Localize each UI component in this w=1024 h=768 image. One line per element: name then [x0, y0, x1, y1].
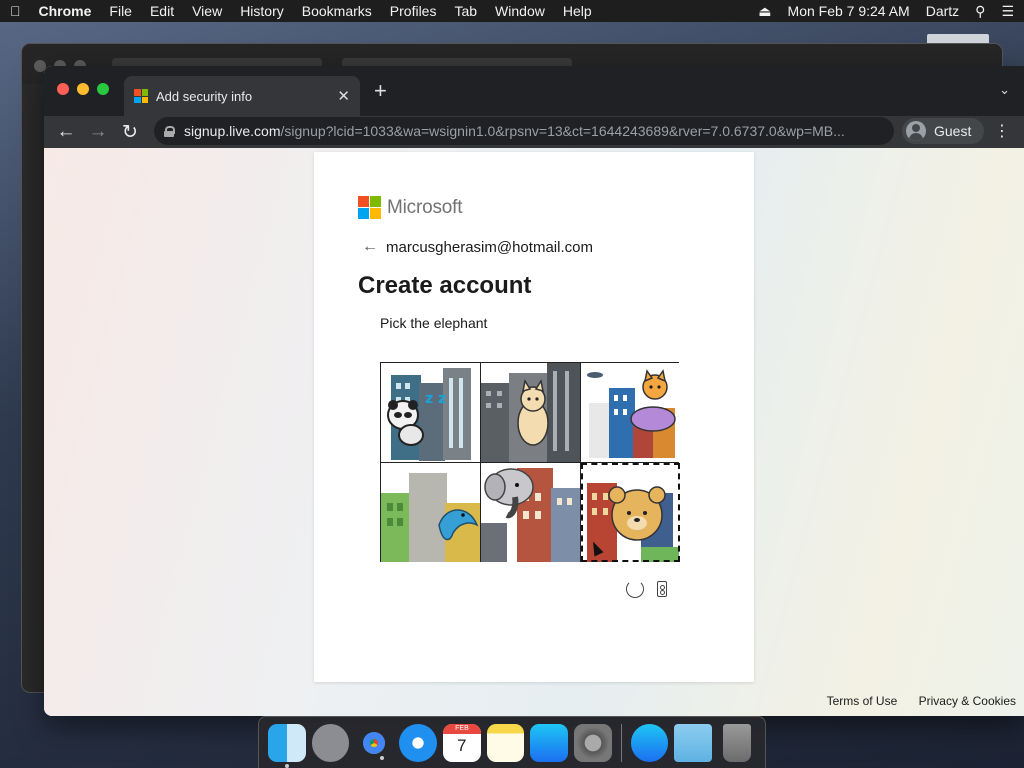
challenge-prompt: Pick the elephant: [380, 315, 488, 331]
dock: FEB 7: [258, 716, 766, 768]
svg-text:z z: z z: [425, 391, 446, 407]
captcha-tile-dolphin[interactable]: [381, 463, 480, 562]
menu-user[interactable]: Dartz: [926, 3, 959, 19]
captcha-tile-elephant[interactable]: [481, 463, 580, 562]
microsoft-logo-icon: [358, 196, 381, 219]
menu-bar:  Chrome File Edit View History Bookmark…: [0, 0, 1024, 22]
menu-app-name[interactable]: Chrome: [39, 3, 92, 19]
audio-challenge-icon[interactable]: [657, 581, 667, 597]
menu-help[interactable]: Help: [563, 3, 592, 19]
reload-button[interactable]: ↻: [114, 121, 146, 144]
microsoft-logo: Microsoft: [358, 196, 462, 219]
new-tab-button[interactable]: +: [374, 78, 387, 104]
microsoft-favicon-icon: [134, 89, 148, 103]
menu-view[interactable]: View: [192, 3, 222, 19]
back-button[interactable]: ←: [50, 121, 82, 143]
tab-close-icon[interactable]: ✕: [337, 87, 350, 105]
profile-button[interactable]: Guest: [902, 118, 984, 144]
calendar-icon[interactable]: FEB 7: [442, 723, 481, 762]
menu-file[interactable]: File: [109, 3, 132, 19]
page-title: Create account: [358, 272, 532, 299]
control-center-icon[interactable]: ☰: [1001, 3, 1014, 20]
dolphin-tile-image: [381, 473, 480, 562]
signup-card: Microsoft ← marcusgherasim@hotmail.com C…: [314, 152, 754, 682]
app-store-downloads-icon[interactable]: [630, 723, 669, 762]
notes-icon[interactable]: [486, 723, 525, 762]
downloads-folder-icon[interactable]: [674, 723, 713, 762]
minimize-window-button[interactable]: [77, 83, 89, 95]
menu-bookmarks[interactable]: Bookmarks: [302, 3, 372, 19]
apple-icon[interactable]: : [10, 3, 21, 19]
eject-icon[interactable]: ⏏: [758, 3, 771, 20]
back-arrow-icon[interactable]: ←: [362, 238, 378, 256]
menu-window[interactable]: Window: [495, 3, 545, 19]
safari-icon[interactable]: [399, 723, 437, 762]
privacy-cookies-link[interactable]: Privacy & Cookies: [919, 694, 1016, 708]
system-preferences-icon[interactable]: [574, 723, 612, 762]
url-path: /signup?lcid=1033&wa=wsignin1.0&rpsnv=13…: [280, 123, 845, 139]
page-footer: Terms of Use Privacy & Cookies: [809, 694, 1016, 708]
new-challenge-icon[interactable]: [626, 580, 644, 598]
lock-icon[interactable]: [164, 125, 175, 137]
page-viewport: Microsoft ← marcusgherasim@hotmail.com C…: [44, 148, 1024, 716]
forward-button[interactable]: →: [82, 121, 114, 143]
terms-of-use-link[interactable]: Terms of Use: [827, 694, 898, 708]
menu-history[interactable]: History: [240, 3, 284, 19]
profile-label: Guest: [934, 123, 972, 139]
browser-window: Add security info ✕ + ⌄ ← → ↻ signup.liv…: [44, 66, 1024, 716]
tab-add-security-info[interactable]: Add security info ✕: [124, 76, 360, 116]
spotlight-icon[interactable]: ⚲: [975, 3, 985, 20]
chrome-icon[interactable]: [355, 724, 393, 762]
menu-clock[interactable]: Mon Feb 7 9:24 AM: [788, 3, 910, 19]
browser-menu-icon[interactable]: ⋮: [994, 121, 1010, 141]
menu-profiles[interactable]: Profiles: [390, 3, 437, 19]
captcha-tile-cat[interactable]: [481, 363, 580, 462]
browser-toolbar: ← → ↻ signup.live.com /signup?lcid=1033&…: [44, 116, 1024, 148]
cat-basket-tile-image: [587, 369, 676, 458]
captcha-tile-panda[interactable]: z z: [381, 363, 480, 462]
tab-title: Add security info: [156, 88, 253, 104]
tab-search-chevron-icon[interactable]: ⌄: [999, 82, 1010, 98]
calendar-month: FEB: [442, 723, 481, 734]
cat-tile-image: [481, 363, 580, 462]
panda-tile-image: z z: [387, 368, 471, 461]
close-window-button[interactable]: [57, 83, 69, 95]
zoom-window-button[interactable]: [97, 83, 109, 95]
finder-icon[interactable]: [268, 723, 306, 768]
captcha-tile-cat-in-basket[interactable]: [581, 363, 680, 462]
elephant-tile-image: [481, 468, 580, 562]
trash-icon[interactable]: [723, 723, 751, 762]
menu-edit[interactable]: Edit: [150, 3, 174, 19]
running-indicator: [380, 755, 385, 760]
microsoft-wordmark: Microsoft: [387, 196, 463, 218]
app-store-icon[interactable]: [530, 723, 569, 762]
dock-separator: [620, 723, 622, 762]
identity-banner[interactable]: ← marcusgherasim@hotmail.com: [362, 238, 593, 256]
identity-email: marcusgherasim@hotmail.com: [386, 238, 593, 256]
guest-avatar-icon: [906, 121, 926, 141]
tab-strip: Add security info ✕ + ⌄: [44, 66, 1024, 116]
menu-tab[interactable]: Tab: [454, 3, 477, 19]
launchpad-icon[interactable]: [311, 723, 350, 762]
captcha-image-grid: z z: [380, 362, 680, 562]
calendar-day: 7: [457, 735, 467, 755]
url-host: signup.live.com: [184, 123, 281, 139]
running-indicator: [285, 763, 289, 768]
address-bar[interactable]: signup.live.com /signup?lcid=1033&wa=wsi…: [154, 117, 894, 145]
